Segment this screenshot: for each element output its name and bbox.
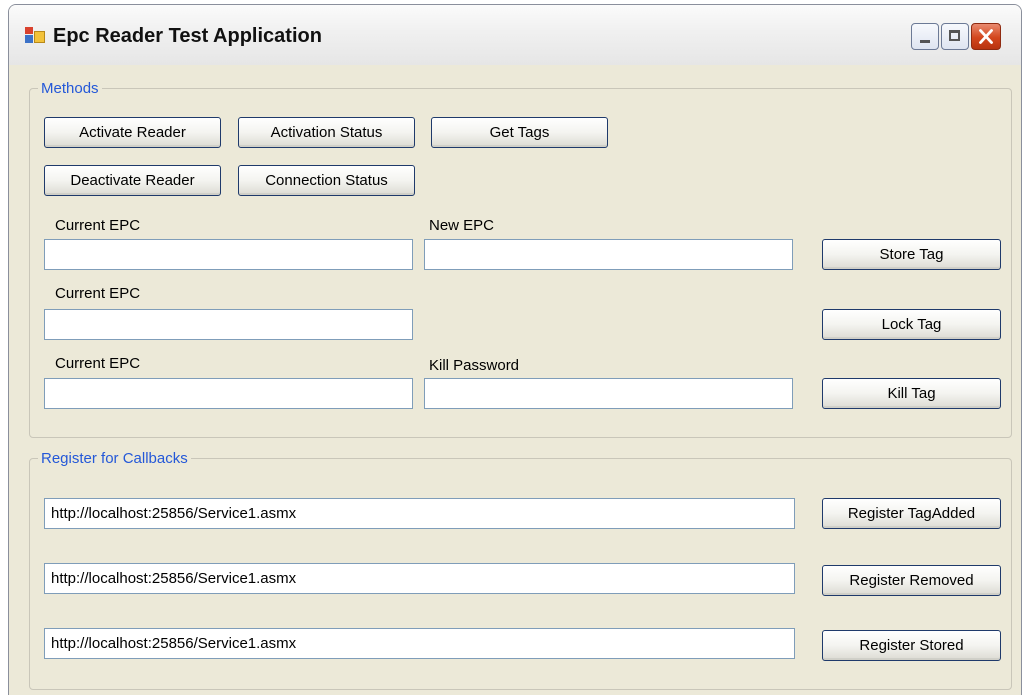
connection-status-button[interactable]: Connection Status: [238, 165, 415, 196]
minimize-button[interactable]: [911, 23, 939, 50]
register-removed-button[interactable]: Register Removed: [822, 565, 1001, 596]
new-epc-input[interactable]: [424, 239, 793, 270]
close-icon: [979, 29, 993, 44]
lock-current-epc-input[interactable]: [44, 309, 413, 340]
get-tags-button[interactable]: Get Tags: [431, 117, 608, 148]
store-tag-button[interactable]: Store Tag: [822, 239, 1001, 270]
client-area: Methods Activate Reader Activation Statu…: [9, 65, 1021, 695]
store-current-epc-label: Current EPC: [55, 217, 141, 234]
app-window: Epc Reader Test Application Methods Acti…: [8, 4, 1022, 695]
deactivate-reader-button[interactable]: Deactivate Reader: [44, 165, 221, 196]
removed-url-input[interactable]: http://localhost:25856/Service1.asmx: [44, 563, 795, 594]
title-bar[interactable]: Epc Reader Test Application: [9, 5, 1021, 66]
close-button[interactable]: [971, 23, 1001, 50]
kill-tag-button[interactable]: Kill Tag: [822, 378, 1001, 409]
lock-tag-button[interactable]: Lock Tag: [822, 309, 1001, 340]
register-tag-added-button[interactable]: Register TagAdded: [822, 498, 1001, 529]
minimize-icon: [920, 40, 930, 43]
register-stored-button[interactable]: Register Stored: [822, 630, 1001, 661]
kill-password-input[interactable]: [424, 378, 793, 409]
callbacks-legend: Register for Callbacks: [41, 450, 188, 467]
stored-url-input[interactable]: http://localhost:25856/Service1.asmx: [44, 628, 795, 659]
kill-current-epc-label: Current EPC: [55, 355, 141, 372]
app-window-icon[interactable]: [25, 27, 45, 44]
methods-legend: Methods: [41, 80, 99, 97]
activation-status-button[interactable]: Activation Status: [238, 117, 415, 148]
store-current-epc-input[interactable]: [44, 239, 413, 270]
lock-current-epc-label: Current EPC: [55, 285, 141, 302]
new-epc-label: New EPC: [429, 217, 495, 234]
maximize-button[interactable]: [941, 23, 969, 50]
kill-current-epc-input[interactable]: [44, 378, 413, 409]
tag-added-url-input[interactable]: http://localhost:25856/Service1.asmx: [44, 498, 795, 529]
activate-reader-button[interactable]: Activate Reader: [44, 117, 221, 148]
kill-password-label: Kill Password: [429, 357, 520, 374]
window-title: Epc Reader Test Application: [53, 25, 322, 47]
maximize-icon: [949, 30, 960, 41]
